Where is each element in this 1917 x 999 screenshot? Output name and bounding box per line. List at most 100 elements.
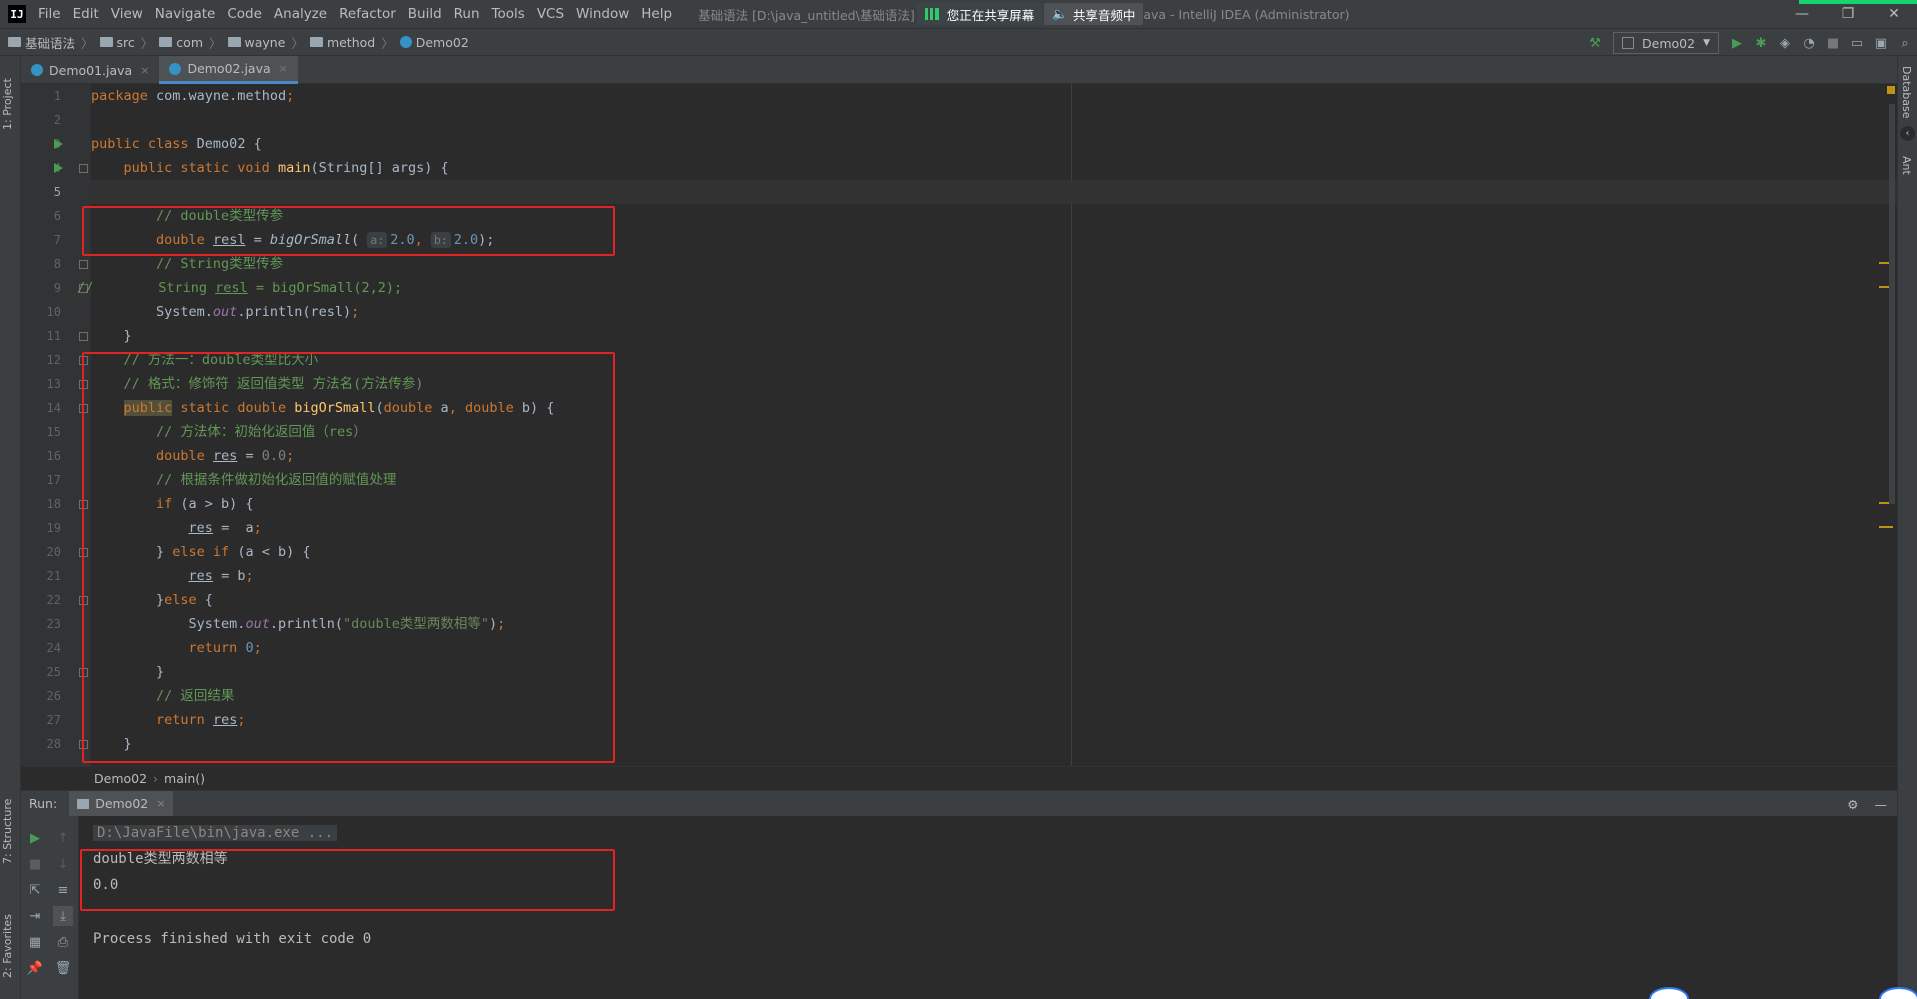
menu-window[interactable]: Window	[570, 0, 635, 28]
run-tab-demo02[interactable]: Demo02 ×	[69, 790, 174, 817]
menu-tools[interactable]: Tools	[486, 0, 531, 28]
menu-vcs[interactable]: VCS	[531, 0, 570, 28]
breadcrumb-wayne[interactable]: wayne	[224, 35, 290, 50]
error-stripe-mark[interactable]	[1879, 526, 1893, 528]
profile-icon[interactable]: ◔	[1797, 31, 1821, 55]
menu-edit[interactable]: Edit	[67, 0, 105, 28]
run-icon[interactable]: ▶	[1725, 31, 1749, 55]
layout-icon[interactable]: ▣	[1869, 31, 1893, 55]
breadcrumb-method[interactable]: method	[306, 35, 379, 50]
menu-refactor[interactable]: Refactor	[333, 0, 402, 28]
line-number: 20	[46, 545, 61, 559]
run-configuration-select[interactable]: Demo02 ▼	[1613, 32, 1719, 54]
code-text: public class Demo02 {	[91, 136, 262, 152]
coverage-shield-icon[interactable]: ◈	[1773, 31, 1797, 55]
hide-panel-icon[interactable]: —	[1875, 797, 1888, 812]
debug-bug-icon[interactable]: ✱	[1749, 31, 1773, 55]
structure-tool-tab[interactable]: 7: Structure	[1, 796, 20, 866]
fold-icon[interactable]	[79, 164, 88, 173]
audio-share-indicator[interactable]: 🔈 共享音频中	[1044, 3, 1144, 25]
breadcrumb-demo02[interactable]: Demo02	[396, 35, 473, 50]
stop-icon[interactable]: ■	[1821, 31, 1845, 55]
search-icon[interactable]: ⌕	[1893, 31, 1917, 55]
print-icon[interactable]: ⎙	[53, 932, 73, 952]
ant-tool-tab[interactable]: Ant	[1900, 156, 1913, 175]
scroll-to-end-icon[interactable]: ⤓	[53, 906, 73, 926]
trash-icon[interactable]: 🗑	[53, 958, 73, 978]
close-run-tab-icon[interactable]: ×	[156, 797, 165, 810]
code-text: public static void main(String[] args) {	[91, 160, 449, 176]
annotation-box-call	[82, 206, 615, 256]
gear-icon[interactable]: ⚙	[1847, 797, 1858, 812]
line-number: 25	[46, 665, 61, 679]
menu-navigate[interactable]: Navigate	[149, 0, 222, 28]
menu-analyze[interactable]: Analyze	[268, 0, 333, 28]
folder-icon	[8, 37, 21, 47]
stop-icon[interactable]: ■	[25, 854, 45, 874]
editor-scrollbar[interactable]	[1889, 104, 1895, 504]
code-editor[interactable]: 1 package com.wayne.method; 2 3 public c…	[21, 84, 1897, 766]
rerun-icon[interactable]: ▶	[25, 828, 45, 848]
breadcrumb-separator: 〉	[291, 35, 304, 51]
fold-icon[interactable]	[79, 260, 88, 269]
menu-view[interactable]: View	[105, 0, 149, 28]
tab-demo02[interactable]: Demo02.java ×	[159, 56, 298, 84]
restore-button[interactable]: ❐	[1825, 0, 1871, 28]
line-number: 1	[53, 89, 61, 103]
screen-share-indicator[interactable]: 您正在共享屏幕	[916, 3, 1043, 25]
menu-help[interactable]: Help	[635, 0, 678, 28]
annotation-box-output	[80, 849, 615, 911]
console-icon	[77, 798, 90, 809]
menu-build[interactable]: Build	[402, 0, 448, 28]
project-tool-tab[interactable]: 1: Project	[1, 64, 20, 144]
warning-indicator-icon[interactable]	[1887, 86, 1895, 94]
code-line: 9 // String resl = bigOrSmall(2,2);	[21, 276, 1897, 300]
menu-run[interactable]: Run	[448, 0, 486, 28]
fold-icon[interactable]	[79, 332, 88, 341]
run-gutter-icon[interactable]	[54, 139, 63, 149]
menu-code[interactable]: Code	[221, 0, 268, 28]
layout-icon[interactable]: ▦	[25, 932, 45, 952]
scroll-down-icon[interactable]: ↓	[53, 854, 73, 874]
scroll-up-icon[interactable]: ↑	[53, 828, 73, 848]
window-title-right: ava - IntelliJ IDEA (Administrator)	[1143, 6, 1350, 22]
project-structure-icon[interactable]: ▭	[1845, 31, 1869, 55]
tab-label: Demo02.java	[187, 61, 271, 76]
close-tab-icon[interactable]: ×	[279, 62, 288, 75]
floating-widget[interactable]	[1879, 987, 1917, 999]
close-window-button[interactable]: ✕	[1871, 0, 1917, 28]
java-class-icon	[169, 62, 182, 75]
editor-breadcrumb: Demo02 › main()	[21, 766, 1897, 790]
tab-demo01[interactable]: Demo01.java ×	[21, 56, 159, 84]
breadcrumb-src[interactable]: src	[96, 35, 139, 50]
breadcrumb-separator: 〉	[209, 35, 222, 51]
exit-icon[interactable]: ⇥	[25, 906, 45, 926]
breadcrumb-label: com	[176, 34, 203, 50]
database-tool-tab[interactable]: Database	[1900, 66, 1913, 119]
run-tab-label: Demo02	[95, 796, 149, 811]
breadcrumb-com[interactable]: com	[155, 35, 207, 50]
code-line: 5	[21, 180, 1897, 204]
soft-wrap-icon[interactable]: ≡	[53, 880, 73, 900]
menu-bar: IJ File Edit View Navigate Code Analyze …	[0, 0, 1917, 28]
breadcrumb-class[interactable]: Demo02	[94, 771, 147, 786]
breadcrumb-method[interactable]: main()	[164, 771, 205, 786]
folder-icon	[159, 37, 173, 47]
java-class-icon	[31, 64, 43, 76]
favorites-tool-tab[interactable]: 2: Favorites	[1, 906, 20, 986]
minimize-button[interactable]: —	[1779, 0, 1825, 28]
restore-layout-icon[interactable]: ⇱	[25, 880, 45, 900]
collapse-arrow-icon[interactable]: ‹	[1900, 126, 1915, 141]
menu-file[interactable]: File	[32, 0, 67, 28]
run-gutter-icon[interactable]	[54, 163, 63, 173]
pin-icon[interactable]: 📌	[25, 958, 45, 978]
chevron-down-icon: ▼	[1703, 38, 1710, 48]
breadcrumb-project[interactable]: 基础语法	[0, 33, 79, 52]
floating-widget[interactable]	[1649, 987, 1689, 999]
code-text: System.out.println(resl);	[91, 304, 360, 320]
run-console[interactable]: D:\JavaFile\bin\java.exe ... double类型两数相…	[79, 816, 1917, 999]
breadcrumb-label: method	[326, 34, 376, 50]
close-tab-icon[interactable]: ×	[140, 64, 149, 77]
left-tool-strip: 1: Project 7: Structure 2: Favorites	[0, 56, 21, 999]
build-hammer-icon[interactable]: ⚒	[1583, 31, 1607, 55]
